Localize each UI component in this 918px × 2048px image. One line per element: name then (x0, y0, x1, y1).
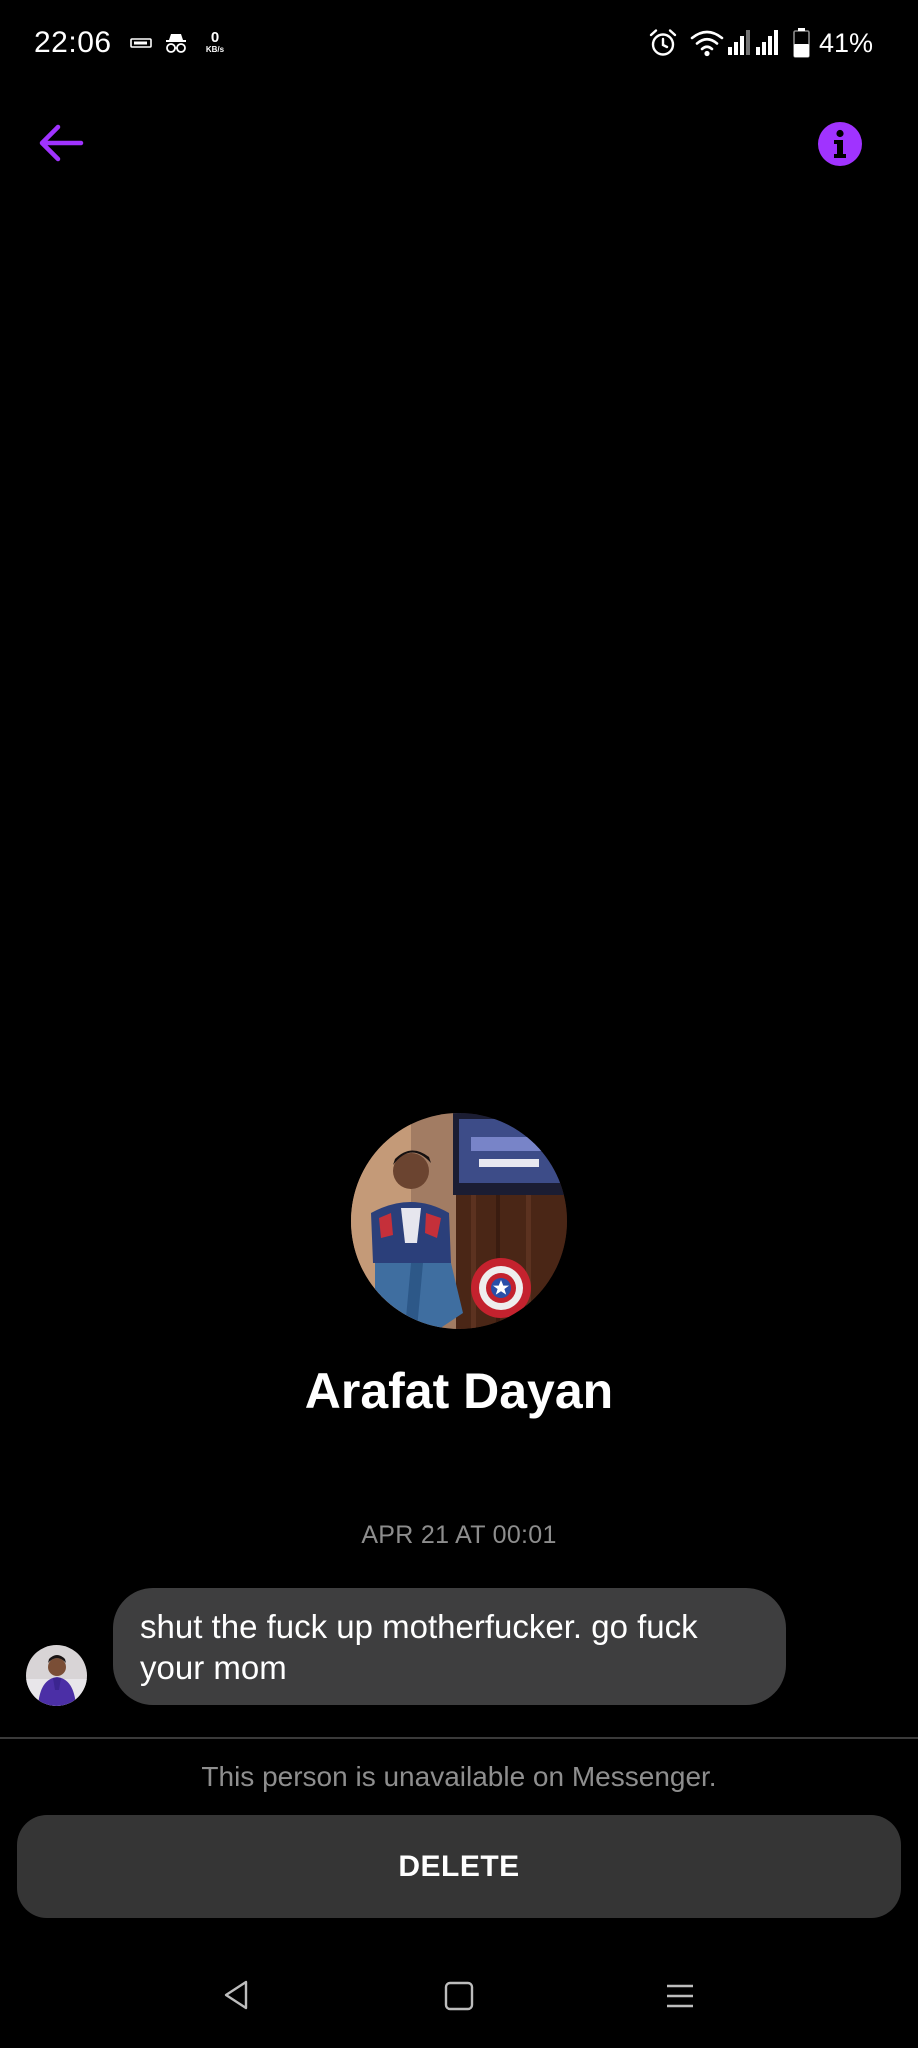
back-triangle-icon[interactable] (222, 1979, 250, 2011)
data-saver-icon (130, 38, 152, 48)
net-speed-unit: KB/s (205, 45, 225, 54)
battery-icon (793, 28, 810, 58)
signal-2-icon (756, 30, 778, 55)
net-speed-indicator: 0 KB/s (200, 30, 230, 54)
sender-avatar[interactable] (26, 1645, 87, 1706)
sender-photo (26, 1645, 87, 1706)
wifi-icon (690, 30, 724, 57)
profile-avatar[interactable] (351, 1113, 567, 1329)
message-bubble[interactable]: shut the fuck up motherfucker. go fuck y… (113, 1588, 786, 1705)
profile-photo (351, 1113, 567, 1329)
divider (0, 1737, 918, 1739)
recents-menu-icon[interactable] (664, 1982, 696, 2010)
status-time: 22:06 (34, 26, 112, 59)
home-square-icon[interactable] (444, 1981, 474, 2011)
message-timestamp: APR 21 AT 00:01 (361, 1521, 557, 1549)
unavailable-notice: This person is unavailable on Messenger. (201, 1761, 717, 1792)
incognito-icon (166, 34, 186, 53)
status-bar: 22:06 0 KB/s 41% (0, 0, 918, 90)
back-arrow-icon[interactable] (36, 121, 86, 165)
delete-button[interactable]: DELETE (17, 1815, 901, 1918)
signal-1-icon (728, 30, 750, 55)
info-icon[interactable] (817, 121, 863, 167)
battery-percent: 41% (819, 28, 874, 58)
message-text: shut the fuck up motherfucker. go fuck y… (140, 1608, 698, 1686)
net-speed-value: 0 (210, 29, 220, 46)
profile-name: Arafat Dayan (304, 1363, 614, 1419)
alarm-icon (649, 29, 677, 56)
